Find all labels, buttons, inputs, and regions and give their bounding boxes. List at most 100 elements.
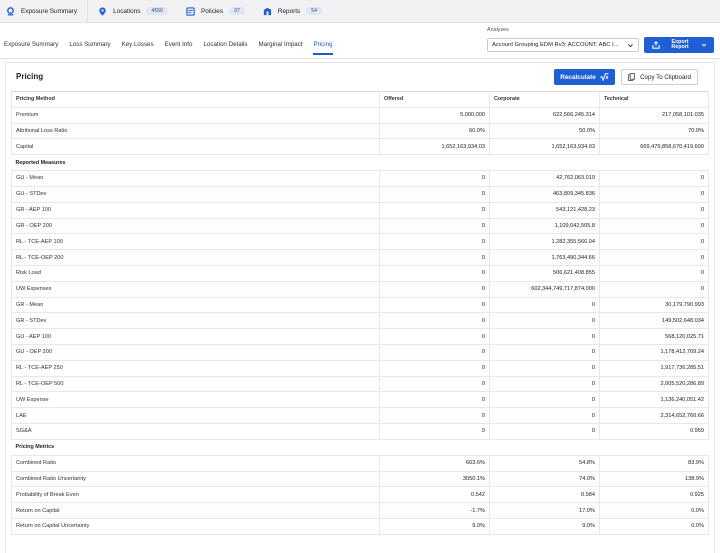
- export-report-button[interactable]: Export Report: [644, 37, 714, 53]
- section-header-row: Reported Measures: [11, 154, 709, 172]
- table-cell: 54.8%: [489, 454, 600, 472]
- table-cell: 50.0%: [489, 122, 600, 140]
- nav-reports[interactable]: Reports 54: [263, 0, 323, 22]
- table-row: RL - TCE-OEP 200 0 1,763,490,344.66 0: [11, 249, 709, 266]
- row-label: GU - AEP 100: [11, 328, 380, 345]
- table-row: GR - Mean 0 0 30,179,790.993: [11, 296, 709, 314]
- table-row: RL - TCE-AEP 100 0 1,282,355,566.04 0: [11, 233, 709, 251]
- tab-key-losses[interactable]: Key Losses: [121, 38, 155, 53]
- table-row: GU - OEP 200 0 0 1,178,412,709.24: [11, 344, 709, 361]
- recalculate-button[interactable]: Recalculate: [554, 69, 615, 85]
- row-label: RL - TCE-OEP 200: [11, 249, 380, 266]
- calculate-icon: [599, 73, 609, 81]
- nav-locations[interactable]: Locations 4556: [98, 0, 169, 22]
- column-header: Offered: [379, 91, 490, 108]
- table-cell: -1.7%: [379, 502, 490, 519]
- row-label: GU - STDev: [11, 185, 380, 203]
- table-cell: 1,652,163,934.03: [379, 138, 490, 156]
- row-label: Premium: [11, 106, 380, 124]
- row-label: GR - OEP 200: [11, 217, 380, 235]
- table-cell: 9.0%: [489, 517, 600, 535]
- row-label: GR - STDev: [11, 312, 380, 330]
- table-cell: 663.6%: [379, 454, 490, 472]
- row-label: Probability of Break Even: [11, 486, 380, 504]
- chevron-down-icon: [628, 44, 633, 48]
- row-label: Attritional Loss Ratio: [11, 122, 380, 140]
- table-cell: 0: [489, 407, 600, 425]
- row-label: GU - OEP 200: [11, 344, 380, 361]
- table-cell: 0: [599, 249, 709, 266]
- table-cell: 0: [379, 170, 490, 187]
- table-cell: 9.0%: [379, 517, 490, 535]
- table-cell: 0: [379, 201, 490, 219]
- table-cell: 70.0%: [599, 122, 709, 140]
- row-label: Return on Capital Uncertainty: [11, 517, 380, 535]
- table-row: Return on Capital Uncertainty 9.0% 9.0% 0.0…: [11, 517, 709, 535]
- table-cell: 2,314,652,760.66: [599, 407, 709, 425]
- copy-to-clipboard-button[interactable]: Copy To Clipboard: [621, 69, 698, 85]
- table-cell: 0: [379, 312, 490, 330]
- tab-location-details[interactable]: Location Details: [202, 38, 248, 53]
- table-cell: 74.0%: [489, 470, 600, 488]
- row-label: Combined Ratio Uncertainty: [11, 470, 380, 488]
- clipboard-icon: [628, 73, 636, 81]
- table-row: RL - TCE-OEP 500 0 0 2,005,520,286.89: [11, 375, 709, 393]
- nav-exposure-summary[interactable]: Exposure Summary: [6, 0, 77, 22]
- column-header: Pricing Method: [11, 91, 380, 108]
- table-cell: 0: [379, 375, 490, 393]
- table-row: GU - Mean 0 42,762,063.019 0: [11, 170, 709, 187]
- table-cell: 3050.1%: [379, 470, 490, 488]
- row-label: Return on Capital: [11, 502, 380, 519]
- table-row: Combined Ratio 663.6% 54.8% 83.9%: [11, 454, 709, 472]
- tab-marginal-impact[interactable]: Marginal Impact: [258, 38, 304, 53]
- table-cell: 0: [379, 423, 490, 440]
- nav-policies[interactable]: Policies 37: [186, 0, 245, 22]
- analyses-dropdown[interactable]: Account Grouping EDM Rv3: ACCOUNT: ABC I…: [487, 38, 639, 52]
- table-cell: 602,344,749,717,874,000: [489, 280, 600, 298]
- row-label: UW Expenses: [11, 280, 380, 298]
- export-report-label: Export Report: [671, 38, 689, 50]
- table-cell: 0: [599, 201, 709, 219]
- table-row: GR - STDev 0 0 149,502,648.034: [11, 312, 709, 330]
- table-cell: 217,058,101.035: [599, 106, 709, 124]
- table-cell: 0.0%: [599, 517, 709, 535]
- table-cell: 0: [379, 264, 490, 282]
- table-row: RL - TCE-AEP 250 0 0 1,917,736,285.51: [11, 359, 709, 377]
- table-cell: 0: [599, 170, 709, 187]
- table-row: Combined Ratio Uncertainty 3050.1% 74.0% 13…: [11, 470, 709, 488]
- table-header-row: Pricing Method Offered Corporate Technic…: [11, 91, 709, 108]
- table-cell: 1,178,412,709.24: [599, 344, 709, 361]
- tab-exposure-summary[interactable]: Exposure Summary: [3, 38, 59, 53]
- export-icon: [652, 41, 660, 49]
- tab-event-info[interactable]: Event Info: [164, 38, 194, 53]
- row-label: GR - AEP 100: [11, 201, 380, 219]
- table-cell: 506,621,408.855: [489, 264, 600, 282]
- table-cell: 0: [599, 217, 709, 235]
- table-cell: 2,005,520,286.89: [599, 375, 709, 393]
- row-label: RL - TCE-OEP 500: [11, 375, 380, 393]
- tab-pricing[interactable]: Pricing: [312, 38, 334, 55]
- table-cell: 1,136,240,051.42: [599, 391, 709, 409]
- table-cell: 0: [379, 233, 490, 251]
- table-cell: 568,120,025.71: [599, 328, 709, 345]
- row-label: GR - Mean: [11, 296, 380, 314]
- table-row: GR - AEP 100 0 543,121,428.23 0: [11, 201, 709, 219]
- table-cell: 60.0%: [379, 122, 490, 140]
- table-cell: 0: [379, 280, 490, 298]
- tab-loss-summary[interactable]: Loss Summary: [68, 38, 111, 53]
- table-cell: 543,121,428.23: [489, 201, 600, 219]
- reports-icon: [263, 7, 271, 15]
- table-row: Capital 1,652,163,934.03 1,652,163,934.03 6…: [11, 138, 709, 156]
- table-body: Premium 5,000,000 622,566,245.314 217,058,1…: [11, 106, 709, 535]
- nav-exposure-summary-label: Exposure Summary: [21, 7, 78, 15]
- table-cell: 0: [489, 296, 600, 314]
- table-cell: 0.959: [599, 423, 709, 440]
- table-cell: 30,179,790.993: [599, 296, 709, 314]
- row-label: UW Expense: [11, 391, 380, 409]
- chevron-down-icon: [701, 43, 707, 47]
- table-cell: 0: [379, 407, 490, 425]
- table-cell: 1,652,163,934.03: [489, 138, 600, 156]
- table-row: LAE 0 0 2,314,652,760.66: [11, 407, 709, 425]
- table-cell: 0: [489, 391, 600, 409]
- table-cell: 1,109,042,505.8: [489, 217, 600, 235]
